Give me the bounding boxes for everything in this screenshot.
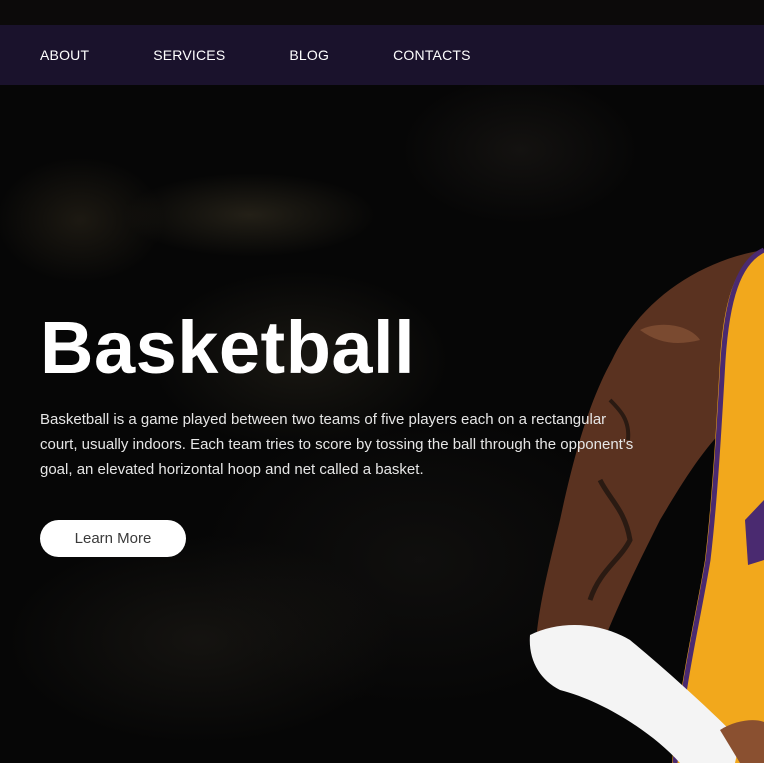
hero-content: Basketball Basketball is a game played b… bbox=[40, 305, 650, 557]
hero-description: Basketball is a game played between two … bbox=[40, 411, 634, 478]
top-strip bbox=[0, 0, 764, 25]
nav-item-blog[interactable]: BLOG bbox=[289, 25, 329, 85]
main-navbar: ABOUT SERVICES BLOG CONTACTS bbox=[0, 25, 764, 85]
nav-item-services[interactable]: SERVICES bbox=[153, 25, 225, 85]
learn-more-button[interactable]: Learn More bbox=[40, 520, 186, 557]
nav-item-about[interactable]: ABOUT bbox=[40, 25, 89, 85]
nav-item-contacts[interactable]: CONTACTS bbox=[393, 25, 471, 85]
page-title: Basketball bbox=[40, 306, 416, 389]
